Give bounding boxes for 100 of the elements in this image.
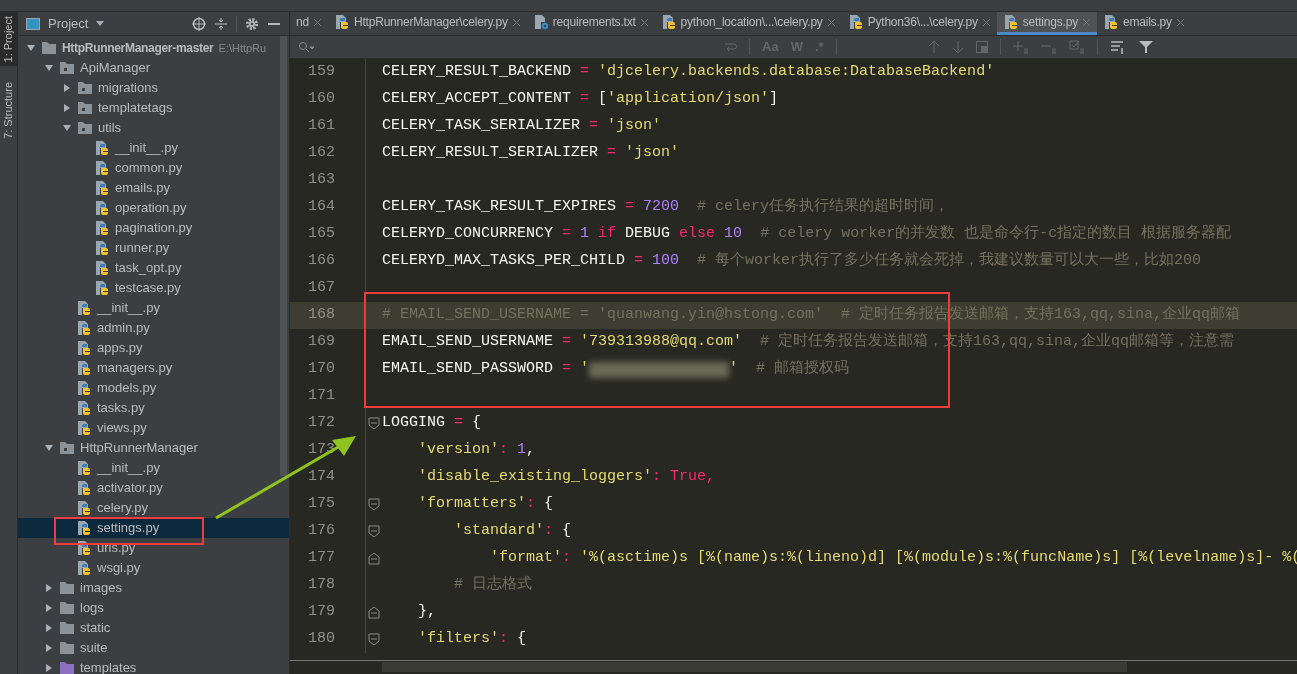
editor-tab[interactable]: emails.py	[1096, 12, 1191, 35]
folder-icon	[59, 441, 75, 455]
tree-item[interactable]: runner.py	[18, 238, 289, 258]
line-number: 164	[307, 197, 336, 218]
horizontal-scrollbar[interactable]	[382, 662, 1127, 672]
tree-item-label: operation.py	[115, 199, 187, 218]
tree-item[interactable]: logs	[18, 598, 289, 618]
close-icon[interactable]	[511, 17, 521, 27]
tree-item[interactable]: __init__.py	[18, 138, 289, 158]
line-number: 170	[307, 359, 336, 380]
tree-item[interactable]: __init__.py	[18, 458, 289, 478]
tree-item[interactable]: views.py	[18, 418, 289, 438]
tree-item[interactable]: tasks.py	[18, 398, 289, 418]
tree-item[interactable]: celery.py	[18, 498, 289, 518]
target-icon[interactable]	[192, 16, 206, 31]
tree-item-label: ApiManager	[80, 59, 151, 78]
fold-icon[interactable]	[368, 633, 380, 646]
python-file-icon	[76, 340, 92, 356]
tree-item[interactable]: emails.py	[18, 178, 289, 198]
tree-item-label: pagination.py	[115, 219, 193, 238]
settings-icon[interactable]	[245, 16, 259, 31]
code-text: 'filters': {	[417, 629, 527, 650]
expanded-arrow-icon[interactable]	[44, 443, 54, 453]
folder-icon	[41, 41, 57, 55]
tree-item[interactable]: operation.py	[18, 198, 289, 218]
close-icon[interactable]	[826, 17, 836, 27]
tree-item[interactable]: __init__.py	[18, 298, 289, 318]
tree-item-label: runner.py	[115, 239, 170, 258]
tool-window-tab[interactable]: 7: Structure	[0, 78, 17, 144]
tool-window-tab[interactable]: 1: Project	[0, 12, 17, 67]
collapse-icon[interactable]	[214, 16, 228, 31]
code-text: ' # 邮箱授权码	[729, 358, 850, 380]
editor-tab[interactable]: settings.py	[996, 12, 1097, 35]
filter-lines-icon[interactable]	[1109, 40, 1126, 54]
editor-tab[interactable]: nd	[290, 12, 328, 35]
tree-item[interactable]: urls.py	[18, 538, 289, 558]
python-file-icon	[94, 220, 110, 236]
tree-item[interactable]: images	[18, 578, 289, 598]
close-icon[interactable]	[981, 17, 991, 27]
close-icon[interactable]	[312, 17, 322, 27]
python-file-icon	[76, 520, 92, 536]
line-number: 165	[307, 224, 336, 245]
tree-item[interactable]: common.py	[18, 158, 289, 178]
tree-item[interactable]: apps.py	[18, 338, 289, 358]
tree-item[interactable]: utils	[18, 118, 289, 138]
expanded-arrow-icon[interactable]	[62, 123, 72, 133]
editor-tab[interactable]: python_location\...\celery.py	[654, 12, 842, 35]
python-file-icon	[76, 300, 92, 316]
tree-item[interactable]: HttpRunnerManager-master E:\HttpRu	[18, 38, 289, 58]
python-file-icon	[76, 500, 92, 516]
tree-item[interactable]: static	[18, 618, 289, 638]
fold-icon[interactable]	[368, 525, 380, 538]
tree-item-label: __init__.py	[97, 459, 160, 478]
fold-end-icon[interactable]	[368, 606, 380, 619]
panel-title[interactable]: Project	[48, 13, 89, 34]
tree-item[interactable]: ApiManager	[18, 58, 289, 78]
close-icon[interactable]	[1175, 17, 1185, 27]
line-number: 171	[307, 386, 336, 407]
close-icon[interactable]	[639, 17, 649, 27]
tree-item[interactable]: testcase.py	[18, 278, 289, 298]
line-number: 178	[307, 575, 336, 596]
python-file-icon	[76, 380, 92, 396]
tree-item[interactable]: HttpRunnerManager	[18, 438, 289, 458]
tree-item[interactable]: settings.py	[18, 518, 289, 538]
tree-item[interactable]: activator.py	[18, 478, 289, 498]
tree-item[interactable]: pagination.py	[18, 218, 289, 238]
editor-tab[interactable]: HttpRunnerManager\celery.py	[327, 12, 527, 35]
caret-icon[interactable]	[96, 20, 105, 27]
folder-icon	[59, 641, 75, 655]
tree-item-label: activator.py	[97, 479, 163, 498]
tree-item[interactable]: models.py	[18, 378, 289, 398]
tree-item-label: managers.py	[97, 359, 173, 378]
code-text: CELERYD_CONCURRENCY = 1 if DEBUG else 10 # celery worker的并发数 也是命令行-c指定的数目 根据服务器配	[382, 223, 1232, 245]
tree-item[interactable]: suite	[18, 638, 289, 658]
editor-tab[interactable]: requirements.txt	[526, 12, 655, 35]
search-icon[interactable]	[298, 41, 314, 53]
line-number: 159	[307, 62, 336, 83]
folder-icon	[59, 621, 75, 635]
fold-icon[interactable]	[368, 498, 380, 511]
line-number: 180	[307, 629, 336, 650]
line-number: 163	[307, 170, 336, 191]
folder-icon	[77, 81, 93, 95]
code-text: 'formatters': {	[417, 494, 554, 515]
fold-icon[interactable]	[368, 417, 380, 430]
tree-item[interactable]: templatetags	[18, 98, 289, 118]
tree-item[interactable]: migrations	[18, 78, 289, 98]
line-number: 179	[307, 602, 336, 623]
code-text: 'disable_existing_loggers': True,	[417, 467, 716, 488]
fold-end-icon[interactable]	[368, 552, 380, 565]
tree-item[interactable]: managers.py	[18, 358, 289, 378]
tree-item-label: apps.py	[97, 339, 143, 358]
code-text: },	[417, 602, 436, 623]
vertical-scrollbar[interactable]	[280, 36, 287, 476]
code-text: EMAIL_SEND_PASSWORD = '	[382, 359, 590, 380]
editor-tab[interactable]: Python36\...\celery.py	[841, 12, 997, 35]
line-number: 161	[307, 116, 336, 137]
tree-item[interactable]: admin.py	[18, 318, 289, 338]
filter-icon[interactable]	[1137, 40, 1154, 54]
tree-item[interactable]: task_opt.py	[18, 258, 289, 278]
tree-item[interactable]: wsgi.py	[18, 558, 289, 578]
